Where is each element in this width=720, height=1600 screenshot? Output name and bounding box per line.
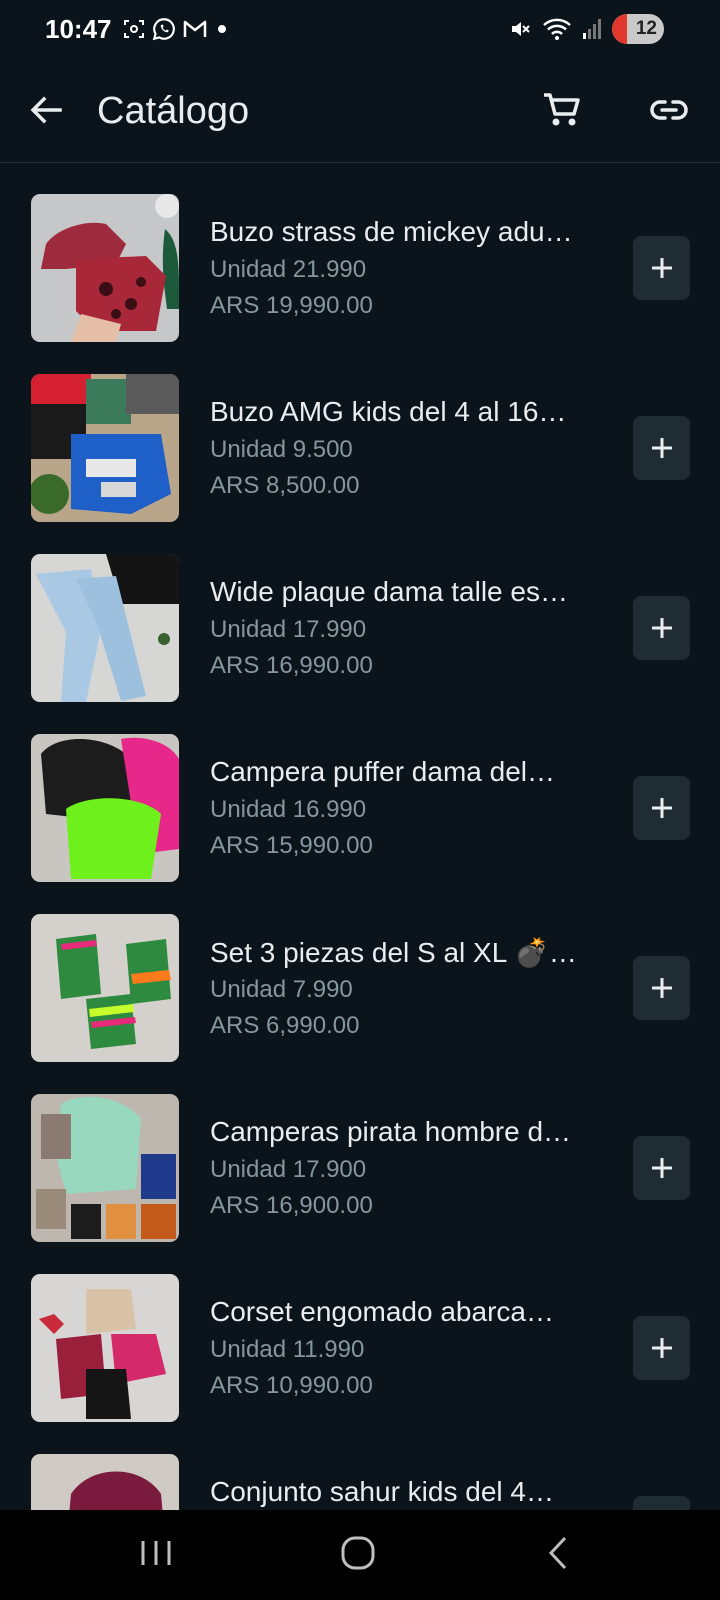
product-price: ARS 16,900.00 [210, 1192, 373, 1219]
product-price: ARS 8,500.00 [210, 472, 360, 499]
app-bar: Catálogo [0, 64, 720, 163]
plus-icon [651, 798, 672, 818]
product-unit: Unidad 16.990 [210, 796, 367, 823]
wifi-icon [543, 18, 571, 40]
add-button[interactable] [633, 596, 690, 660]
shopping-cart-icon[interactable] [541, 89, 583, 131]
add-button[interactable] [633, 776, 690, 840]
status-time: 10:47 [45, 14, 112, 44]
list-item[interactable]: Wide plaque dama talle es… Unidad 17.990… [0, 522, 720, 702]
product-name: Corset engomado abarca… [210, 1296, 554, 1327]
battery-level: 12 [635, 18, 657, 39]
mute-icon [512, 22, 530, 36]
whatsapp-icon [152, 18, 175, 41]
screenshot-icon [124, 20, 144, 38]
list-item[interactable]: Set 3 piezas del S al XL 💣… Unidad 7.990… [0, 882, 720, 1062]
signal-icon [583, 19, 601, 39]
product-image [31, 1454, 179, 1510]
list-item[interactable]: Buzo AMG kids del 4 al 16… Unidad 9.500 … [0, 342, 720, 522]
page-title: Catálogo [97, 90, 250, 132]
list-item[interactable]: Corset engomado abarca… Unidad 11.990 AR… [0, 1242, 720, 1422]
back-icon[interactable] [545, 1535, 571, 1571]
recent-apps-icon[interactable] [139, 1538, 173, 1568]
product-unit: Unidad 11.990 [210, 1336, 365, 1363]
product-name: Campera puffer dama del… [210, 756, 555, 787]
catalog-list[interactable]: Buzo strass de mickey adu… Unidad 21.990… [0, 162, 720, 1510]
product-unit: Unidad 17.900 [210, 1156, 367, 1183]
product-name: Camperas pirata hombre d… [210, 1116, 572, 1147]
battery-icon: 12 [612, 14, 664, 44]
product-image [31, 1094, 179, 1242]
product-price: ARS 6,990.00 [210, 1012, 360, 1039]
plus-icon [651, 438, 672, 458]
product-image [31, 734, 179, 882]
plus-icon [651, 1338, 672, 1358]
product-name: Buzo AMG kids del 4 al 16… [210, 396, 567, 427]
product-unit: Unidad 9.500 [210, 436, 353, 463]
add-button[interactable] [633, 1316, 690, 1380]
product-name: Set 3 piezas del S al XL 💣… [210, 937, 577, 968]
add-button[interactable] [633, 1496, 690, 1510]
plus-icon [651, 1158, 672, 1178]
system-navigation-bar [0, 1510, 720, 1600]
product-name: Wide plaque dama talle es… [210, 576, 568, 607]
product-unit: Unidad 21.990 [210, 256, 367, 283]
system-icons: 12 [508, 14, 664, 44]
arrow-left-icon[interactable] [26, 90, 66, 130]
add-button[interactable] [633, 956, 690, 1020]
gmail-icon [183, 20, 207, 37]
product-image [31, 914, 179, 1062]
product-price: ARS 10,990.00 [210, 1372, 373, 1399]
plus-icon [651, 978, 672, 998]
product-image [31, 374, 179, 522]
link-icon[interactable] [648, 89, 690, 131]
plus-icon [651, 258, 672, 278]
product-name: Buzo strass de mickey adu… [210, 216, 573, 247]
add-button[interactable] [633, 1136, 690, 1200]
list-item[interactable]: Conjunto sahur kids del 4… [0, 1422, 720, 1510]
add-button[interactable] [633, 416, 690, 480]
list-item[interactable]: Campera puffer dama del… Unidad 16.990 A… [0, 702, 720, 882]
product-unit: Unidad 17.990 [210, 616, 367, 643]
product-price: ARS 19,990.00 [210, 292, 373, 319]
notification-icons [122, 16, 231, 42]
product-price: ARS 15,990.00 [210, 832, 373, 859]
product-image [31, 554, 179, 702]
product-image [31, 194, 179, 342]
list-item[interactable]: Buzo strass de mickey adu… Unidad 21.990… [0, 162, 720, 342]
plus-icon [651, 618, 672, 638]
product-price: ARS 16,990.00 [210, 652, 373, 679]
dot-icon [218, 25, 226, 33]
home-icon[interactable] [339, 1534, 377, 1572]
status-bar: 10:47 12 [0, 0, 720, 64]
product-unit: Unidad 7.990 [210, 976, 353, 1003]
product-image [31, 1274, 179, 1422]
add-button[interactable] [633, 236, 690, 300]
product-name: Conjunto sahur kids del 4… [210, 1476, 554, 1507]
list-item[interactable]: Camperas pirata hombre d… Unidad 17.900 … [0, 1062, 720, 1242]
